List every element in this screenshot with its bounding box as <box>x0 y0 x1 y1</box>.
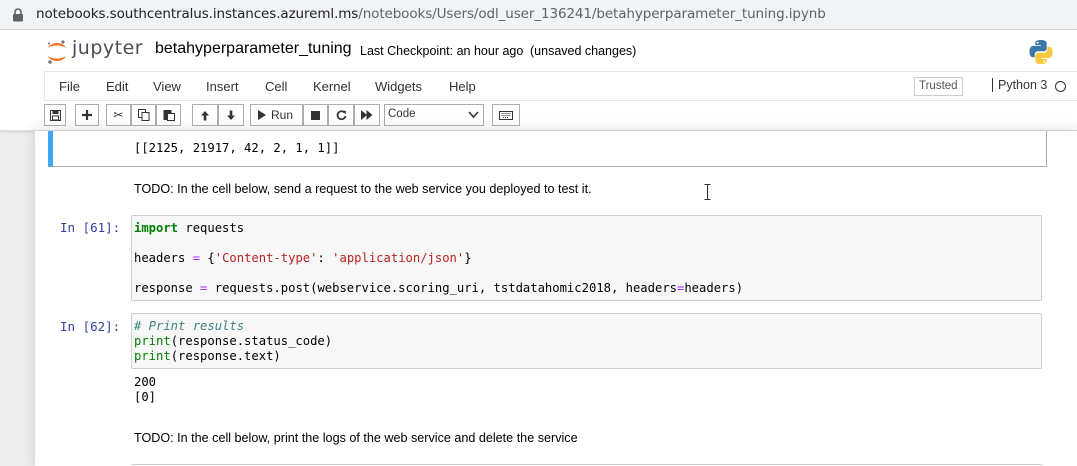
move-down-button[interactable] <box>218 104 244 126</box>
code-line: import requests <box>134 221 245 235</box>
last-checkpoint: Last Checkpoint: an hour ago <box>360 44 524 58</box>
paste-button[interactable] <box>156 104 181 126</box>
menu-kernel[interactable]: Kernel <box>313 79 351 94</box>
text-cursor-icon <box>704 184 711 200</box>
jupyter-header: jupyter betahyperparameter_tuning Last C… <box>0 30 1077 131</box>
cell-type-select[interactable]: Code <box>384 104 484 126</box>
play-icon <box>258 110 266 120</box>
cut-button[interactable]: ✂ <box>106 104 131 126</box>
code-line: response = requests.post(webservice.scor… <box>134 281 744 295</box>
keyboard-icon <box>499 110 513 120</box>
chevron-down-icon <box>468 111 479 119</box>
kernel-idle-icon <box>1055 81 1066 92</box>
code-line: print(response.status_code) <box>134 334 333 348</box>
cell-type-value: Code <box>388 108 416 120</box>
menu-edit[interactable]: Edit <box>106 79 128 94</box>
interrupt-button[interactable] <box>303 104 328 126</box>
input-prompt: In [61]: <box>60 220 121 235</box>
save-status: (unsaved changes) <box>530 44 637 58</box>
menu-insert[interactable]: Insert <box>206 79 239 94</box>
code-line: headers = {'Content-type': 'application/… <box>134 251 472 265</box>
jupyter-logo-icon[interactable] <box>46 39 68 65</box>
menu-help[interactable]: Help <box>449 79 476 94</box>
url-text[interactable]: notebooks.southcentralus.instances.azure… <box>36 6 826 22</box>
input-prompt: In [62]: <box>60 319 121 334</box>
menu-cell[interactable]: Cell <box>265 79 287 94</box>
copy-icon <box>137 109 149 121</box>
save-icon <box>49 109 61 121</box>
menu-file[interactable]: File <box>59 79 80 94</box>
restart-button[interactable] <box>328 104 354 126</box>
kernel-name[interactable]: Python 3 <box>992 78 1047 92</box>
url-path: /notebooks/Users/odl_user_136241/betahyp… <box>358 6 826 22</box>
cell-output: [0] <box>134 390 157 404</box>
url-host: notebooks.southcentralus.instances.azure… <box>36 6 359 22</box>
cell-output: [[2125, 21917, 42, 2, 1, 1]] <box>134 141 340 155</box>
arrow-down-icon <box>227 110 235 120</box>
insert-cell-button[interactable] <box>75 104 99 126</box>
paste-icon <box>163 110 175 121</box>
command-palette-button[interactable] <box>492 104 520 126</box>
restart-run-all-button[interactable] <box>354 104 380 126</box>
browser-address-bar[interactable]: notebooks.southcentralus.instances.azure… <box>0 0 1077 30</box>
menubar: File Edit View Insert Cell Kernel Widget… <box>44 71 1077 101</box>
menu-view[interactable]: View <box>153 79 181 94</box>
copy-button[interactable] <box>131 104 156 126</box>
run-label: Run <box>271 108 294 122</box>
stop-icon <box>311 110 320 120</box>
arrow-up-icon <box>201 110 209 120</box>
move-up-button[interactable] <box>192 104 218 126</box>
markdown-cell[interactable]: TODO: In the cell below, send a request … <box>134 182 592 196</box>
fast-forward-icon <box>361 110 373 120</box>
cell-output: 200 <box>134 375 157 389</box>
code-line: print(response.text) <box>134 349 281 363</box>
plus-icon <box>82 110 92 120</box>
menu-widgets[interactable]: Widgets <box>375 79 422 94</box>
python-logo-icon <box>1029 40 1053 64</box>
scissors-icon: ✂ <box>113 108 124 122</box>
save-button[interactable] <box>44 104 66 126</box>
trusted-indicator[interactable]: Trusted <box>914 77 963 96</box>
code-line: # Print results <box>134 319 245 333</box>
notebook-container: [[2125, 21917, 42, 2, 1, 1]] TODO: In th… <box>35 131 1077 466</box>
jupyter-logo-text[interactable]: jupyter <box>72 37 143 59</box>
restart-icon <box>336 109 346 120</box>
markdown-cell[interactable]: TODO: In the cell below, print the logs … <box>134 431 578 445</box>
lock-icon <box>13 8 23 22</box>
run-button[interactable]: Run <box>250 104 303 126</box>
notebook-name[interactable]: betahyperparameter_tuning <box>155 40 352 58</box>
